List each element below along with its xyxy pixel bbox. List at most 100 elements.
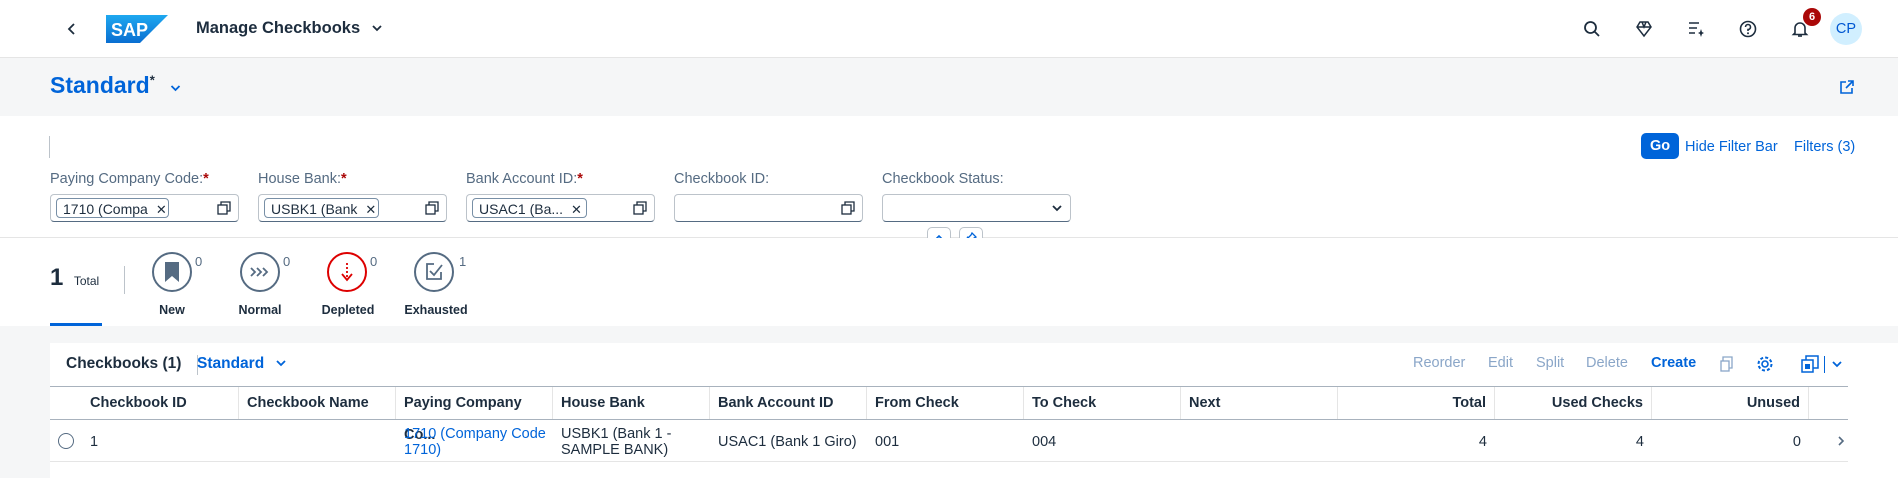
table-variant-selector[interactable]: Standard — [197, 355, 287, 373]
paying-company-code-label: Paying Company Code:* — [50, 171, 209, 187]
chevron-down-icon — [372, 25, 382, 32]
hide-filter-bar-button[interactable]: Hide Filter Bar — [1685, 139, 1778, 155]
avatar[interactable]: CP — [1830, 13, 1862, 45]
value-help-icon[interactable] — [425, 201, 439, 215]
col-bank-account-id[interactable]: Bank Account ID — [710, 387, 867, 419]
delete-button[interactable]: Delete — [1586, 355, 1628, 371]
split-button[interactable]: Split — [1536, 355, 1564, 371]
paying-company-code-field[interactable]: 1710 (Compa ✕ — [50, 194, 239, 222]
house-bank-label: House Bank:* — [258, 171, 347, 187]
filters-button[interactable]: Filters (3) — [1794, 139, 1855, 155]
kpi-normal-label: Normal — [238, 303, 282, 317]
share-button[interactable] — [1828, 69, 1864, 105]
col-next[interactable]: Next — [1181, 387, 1338, 419]
col-to-check[interactable]: To Check — [1024, 387, 1181, 419]
checkbook-id-label: Checkbook ID: — [674, 171, 770, 187]
share-icon — [1839, 79, 1854, 94]
checkbook-status-select[interactable] — [882, 194, 1071, 222]
kpi-new-button[interactable] — [152, 252, 192, 292]
chevron-down-icon — [171, 85, 181, 92]
page-header: Standard* — [0, 58, 1898, 116]
bookmark-icon — [165, 262, 179, 282]
kpi-exhausted-label: Exhausted — [404, 303, 468, 317]
house-bank-line-2: SAMPLE BANK) — [561, 442, 669, 458]
value-help-icon[interactable] — [841, 201, 855, 215]
kpi-total-value: 1 — [50, 264, 64, 291]
sap-logo-icon: SAP — [106, 15, 168, 43]
bank-account-id-field[interactable]: USAC1 (Ba... ✕ — [466, 194, 655, 222]
joule-button[interactable] — [1626, 11, 1662, 47]
company-line-1: 1710 (Company Code — [404, 426, 546, 442]
value-help-icon[interactable] — [633, 201, 647, 215]
house-bank-line-1: USBK1 (Bank 1 - — [561, 426, 672, 442]
token-remove-icon[interactable]: ✕ — [571, 202, 582, 217]
filter-divider — [49, 136, 50, 158]
kpi-exhausted-button[interactable] — [414, 252, 454, 292]
house-bank-field[interactable]: USBK1 (Bank ✕ — [258, 194, 447, 222]
house-bank-token[interactable]: USBK1 (Bank ✕ — [264, 198, 379, 218]
bank-account-id-label: Bank Account ID:* — [466, 171, 583, 187]
sap-logo[interactable]: SAP — [106, 15, 168, 43]
col-used-checks[interactable]: Used Checks — [1495, 387, 1652, 419]
col-checkbook-id[interactable]: Checkbook ID — [50, 387, 239, 419]
col-from-check[interactable]: From Check — [867, 387, 1024, 419]
checkbook-id-field[interactable] — [674, 194, 863, 222]
company-line-2: 1710) — [404, 442, 442, 458]
arrow-down-icon — [341, 263, 353, 282]
variant-modified-marker: * — [149, 72, 155, 88]
chevron-down-icon[interactable] — [1831, 359, 1843, 369]
export-divider — [1824, 356, 1825, 373]
row-select-radio[interactable] — [58, 433, 74, 449]
search-button[interactable] — [1574, 11, 1610, 47]
col-paying-company[interactable]: Paying Company Co... — [396, 387, 553, 443]
kpi-normal-count: 0 — [283, 254, 291, 269]
token-remove-icon[interactable]: ✕ — [156, 202, 167, 217]
col-checkbook-name[interactable]: Checkbook Name — [239, 387, 396, 419]
bank-account-id-token[interactable]: USAC1 (Ba... ✕ — [472, 198, 587, 218]
copy-icon[interactable] — [1718, 356, 1734, 372]
token-remove-icon[interactable]: ✕ — [365, 202, 376, 217]
kpi-bar: 1 Total 0 New 0 Normal 0 Depleted 1 Exha… — [0, 238, 1898, 326]
chevron-down-icon — [275, 360, 286, 367]
app-title: Manage Checkbooks — [196, 19, 361, 37]
app-title-menu[interactable]: Manage Checkbooks — [196, 19, 383, 38]
kpi-depleted-button[interactable] — [327, 252, 367, 292]
paying-company-code-token[interactable]: 1710 (Compa ✕ — [56, 198, 169, 218]
cell-checkbook-id: 1 — [90, 434, 99, 450]
back-button[interactable] — [54, 11, 90, 47]
kpi-new-label: New — [159, 303, 185, 317]
kpi-new-count: 0 — [195, 254, 203, 269]
variant-title: Standard — [50, 72, 150, 98]
help-button[interactable] — [1730, 11, 1766, 47]
cell-unused: 0 — [1792, 434, 1801, 450]
edit-button[interactable]: Edit — [1488, 355, 1513, 371]
svg-text:SAP: SAP — [111, 20, 148, 40]
cell-paying-company-link[interactable]: 1710 (Company Code 1710) — [404, 426, 546, 458]
go-button[interactable]: Go — [1641, 133, 1680, 159]
help-icon — [1739, 20, 1757, 38]
chevron-down-icon — [1052, 205, 1062, 212]
chevron-right-icon[interactable] — [1837, 435, 1845, 447]
kpi-exhausted-count: 1 — [459, 254, 467, 269]
table-variant-label: Standard — [197, 355, 265, 372]
cell-bank-account: USAC1 (Bank 1 Giro) — [718, 434, 857, 450]
col-unused[interactable]: Unused — [1652, 387, 1809, 419]
notification-badge: 6 — [1803, 8, 1821, 26]
diamond-icon — [1636, 21, 1652, 38]
create-button[interactable]: Create — [1651, 355, 1696, 371]
kpi-total[interactable]: 1 Total — [50, 264, 99, 292]
whats-new-button[interactable] — [1678, 11, 1714, 47]
search-icon — [1584, 21, 1600, 37]
settings-icon[interactable] — [1756, 355, 1774, 373]
export-icon[interactable] — [1801, 355, 1819, 373]
variant-selector[interactable]: Standard* — [50, 72, 182, 99]
kpi-normal-button[interactable] — [240, 252, 280, 292]
reorder-button[interactable]: Reorder — [1413, 355, 1465, 371]
value-help-icon[interactable] — [217, 201, 231, 215]
filter-bar: Go Hide Filter Bar Filters (3) Paying Co… — [0, 116, 1898, 249]
col-total[interactable]: Total — [1338, 387, 1495, 419]
cell-used-checks: 4 — [1635, 434, 1644, 450]
table-row[interactable]: 1 1710 (Company Code 1710) USBK1 (Bank 1… — [50, 420, 1848, 461]
col-house-bank[interactable]: House Bank — [553, 387, 710, 419]
cell-to-check: 004 — [1032, 434, 1057, 450]
